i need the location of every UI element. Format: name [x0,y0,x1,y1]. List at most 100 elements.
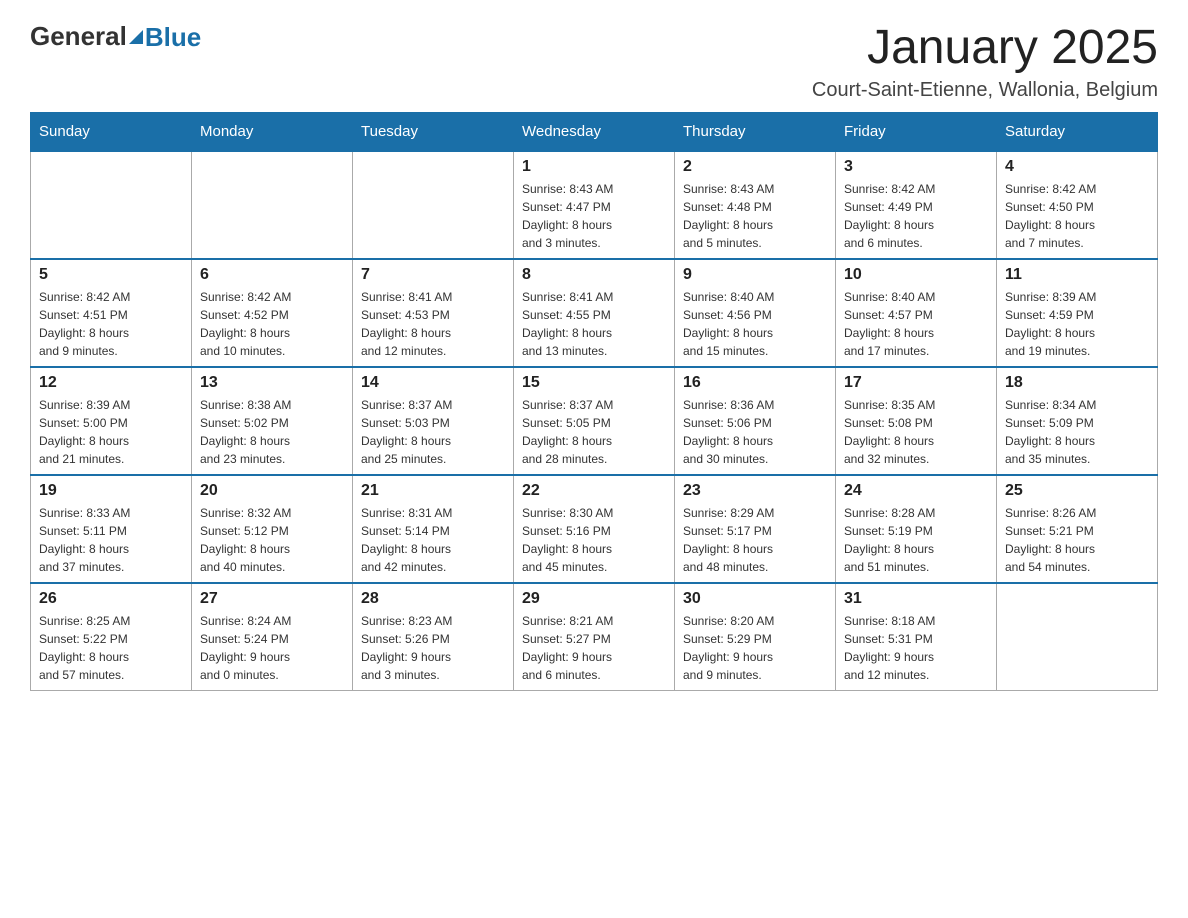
page-header: General Blue January 2025 Court-Saint-Et… [30,20,1158,102]
day-number: 8 [522,266,666,284]
calendar-cell: 31 Sunrise: 8:18 AM Sunset: 5:31 PM Dayli… [836,583,997,691]
day-number: 28 [361,590,505,608]
day-number: 23 [683,482,827,500]
day-number: 3 [844,158,988,176]
calendar-cell: 16 Sunrise: 8:36 AM Sunset: 5:06 PM Dayli… [675,367,836,475]
day-number: 14 [361,374,505,392]
calendar-cell: 28 Sunrise: 8:23 AM Sunset: 5:26 PM Dayli… [353,583,514,691]
calendar-cell: 3 Sunrise: 8:42 AM Sunset: 4:49 PM Daylig… [836,151,997,259]
day-number: 10 [844,266,988,284]
day-info: Sunrise: 8:37 AM Sunset: 5:03 PM Dayligh… [361,396,505,468]
month-title: January 2025 [812,20,1158,75]
calendar-cell: 10 Sunrise: 8:40 AM Sunset: 4:57 PM Dayli… [836,259,997,367]
day-number: 29 [522,590,666,608]
day-number: 9 [683,266,827,284]
calendar-cell [997,583,1158,691]
calendar-cell: 24 Sunrise: 8:28 AM Sunset: 5:19 PM Dayli… [836,475,997,583]
calendar-cell: 6Sunrise: 8:42 AM Sunset: 4:52 PM Daylig… [192,259,353,367]
calendar-table: SundayMondayTuesdayWednesdayThursdayFrid… [30,112,1158,691]
calendar-week-row: 26Sunrise: 8:25 AM Sunset: 5:22 PM Dayli… [31,583,1158,691]
calendar-cell: 21 Sunrise: 8:31 AM Sunset: 5:14 PM Dayli… [353,475,514,583]
day-info: Sunrise: 8:37 AM Sunset: 5:05 PM Dayligh… [522,396,666,468]
day-number: 2 [683,158,827,176]
calendar-cell: 30 Sunrise: 8:20 AM Sunset: 5:29 PM Dayli… [675,583,836,691]
day-number: 22 [522,482,666,500]
calendar-cell: 7Sunrise: 8:41 AM Sunset: 4:53 PM Daylig… [353,259,514,367]
day-number: 20 [200,482,344,500]
day-info: Sunrise: 8:34 AM Sunset: 5:09 PM Dayligh… [1005,396,1149,468]
day-info: Sunrise: 8:42 AM Sunset: 4:49 PM Dayligh… [844,180,988,252]
day-info: Sunrise: 8:18 AM Sunset: 5:31 PM Dayligh… [844,612,988,684]
day-info: Sunrise: 8:38 AM Sunset: 5:02 PM Dayligh… [200,396,344,468]
logo: General Blue [30,20,201,53]
day-number: 5 [39,266,183,284]
day-number: 19 [39,482,183,500]
day-info: Sunrise: 8:40 AM Sunset: 4:57 PM Dayligh… [844,288,988,360]
calendar-cell: 12 Sunrise: 8:39 AM Sunset: 5:00 PM Dayli… [31,367,192,475]
calendar-week-row: 12 Sunrise: 8:39 AM Sunset: 5:00 PM Dayli… [31,367,1158,475]
logo-general: General [30,21,127,52]
day-info: Sunrise: 8:39 AM Sunset: 4:59 PM Dayligh… [1005,288,1149,360]
day-number: 12 [39,374,183,392]
day-number: 6 [200,266,344,284]
day-info: Sunrise: 8:24 AM Sunset: 5:24 PM Dayligh… [200,612,344,684]
day-info: Sunrise: 8:41 AM Sunset: 4:55 PM Dayligh… [522,288,666,360]
day-number: 30 [683,590,827,608]
day-number: 25 [1005,482,1149,500]
day-info: Sunrise: 8:26 AM Sunset: 5:21 PM Dayligh… [1005,504,1149,576]
weekday-header-sunday: Sunday [31,113,192,152]
day-number: 21 [361,482,505,500]
weekday-header-wednesday: Wednesday [514,113,675,152]
calendar-cell: 8 Sunrise: 8:41 AM Sunset: 4:55 PM Daylig… [514,259,675,367]
day-number: 11 [1005,266,1149,284]
day-number: 24 [844,482,988,500]
calendar-cell: 4 Sunrise: 8:42 AM Sunset: 4:50 PM Daylig… [997,151,1158,259]
day-info: Sunrise: 8:25 AM Sunset: 5:22 PM Dayligh… [39,612,183,684]
calendar-cell: 15Sunrise: 8:37 AM Sunset: 5:05 PM Dayli… [514,367,675,475]
calendar-cell: 27 Sunrise: 8:24 AM Sunset: 5:24 PM Dayli… [192,583,353,691]
day-number: 1 [522,158,666,176]
day-number: 17 [844,374,988,392]
day-info: Sunrise: 8:42 AM Sunset: 4:51 PM Dayligh… [39,288,183,360]
calendar-cell: 29 Sunrise: 8:21 AM Sunset: 5:27 PM Dayli… [514,583,675,691]
day-info: Sunrise: 8:42 AM Sunset: 4:50 PM Dayligh… [1005,180,1149,252]
day-info: Sunrise: 8:35 AM Sunset: 5:08 PM Dayligh… [844,396,988,468]
day-info: Sunrise: 8:41 AM Sunset: 4:53 PM Dayligh… [361,288,505,360]
day-number: 18 [1005,374,1149,392]
calendar-cell: 18 Sunrise: 8:34 AM Sunset: 5:09 PM Dayli… [997,367,1158,475]
calendar-cell: 17 Sunrise: 8:35 AM Sunset: 5:08 PM Dayli… [836,367,997,475]
day-info: Sunrise: 8:40 AM Sunset: 4:56 PM Dayligh… [683,288,827,360]
calendar-cell [31,151,192,259]
day-info: Sunrise: 8:32 AM Sunset: 5:12 PM Dayligh… [200,504,344,576]
calendar-cell: 22 Sunrise: 8:30 AM Sunset: 5:16 PM Dayli… [514,475,675,583]
weekday-header-tuesday: Tuesday [353,113,514,152]
calendar-cell: 1Sunrise: 8:43 AM Sunset: 4:47 PM Daylig… [514,151,675,259]
day-info: Sunrise: 8:39 AM Sunset: 5:00 PM Dayligh… [39,396,183,468]
day-info: Sunrise: 8:28 AM Sunset: 5:19 PM Dayligh… [844,504,988,576]
day-info: Sunrise: 8:33 AM Sunset: 5:11 PM Dayligh… [39,504,183,576]
calendar-cell: 23 Sunrise: 8:29 AM Sunset: 5:17 PM Dayli… [675,475,836,583]
weekday-header-row: SundayMondayTuesdayWednesdayThursdayFrid… [31,113,1158,152]
day-info: Sunrise: 8:29 AM Sunset: 5:17 PM Dayligh… [683,504,827,576]
day-number: 16 [683,374,827,392]
calendar-cell: 11 Sunrise: 8:39 AM Sunset: 4:59 PM Dayli… [997,259,1158,367]
weekday-header-monday: Monday [192,113,353,152]
day-info: Sunrise: 8:20 AM Sunset: 5:29 PM Dayligh… [683,612,827,684]
calendar-week-row: 1Sunrise: 8:43 AM Sunset: 4:47 PM Daylig… [31,151,1158,259]
day-info: Sunrise: 8:43 AM Sunset: 4:48 PM Dayligh… [683,180,827,252]
day-number: 31 [844,590,988,608]
day-info: Sunrise: 8:31 AM Sunset: 5:14 PM Dayligh… [361,504,505,576]
day-info: Sunrise: 8:30 AM Sunset: 5:16 PM Dayligh… [522,504,666,576]
day-number: 27 [200,590,344,608]
calendar-week-row: 5 Sunrise: 8:42 AM Sunset: 4:51 PM Daylig… [31,259,1158,367]
calendar-cell: 2 Sunrise: 8:43 AM Sunset: 4:48 PM Daylig… [675,151,836,259]
calendar-cell: 26Sunrise: 8:25 AM Sunset: 5:22 PM Dayli… [31,583,192,691]
day-number: 13 [200,374,344,392]
day-info: Sunrise: 8:23 AM Sunset: 5:26 PM Dayligh… [361,612,505,684]
day-number: 4 [1005,158,1149,176]
day-info: Sunrise: 8:21 AM Sunset: 5:27 PM Dayligh… [522,612,666,684]
calendar-cell: 19 Sunrise: 8:33 AM Sunset: 5:11 PM Dayli… [31,475,192,583]
title-block: January 2025 Court-Saint-Etienne, Wallon… [812,20,1158,102]
day-info: Sunrise: 8:36 AM Sunset: 5:06 PM Dayligh… [683,396,827,468]
calendar-cell [353,151,514,259]
